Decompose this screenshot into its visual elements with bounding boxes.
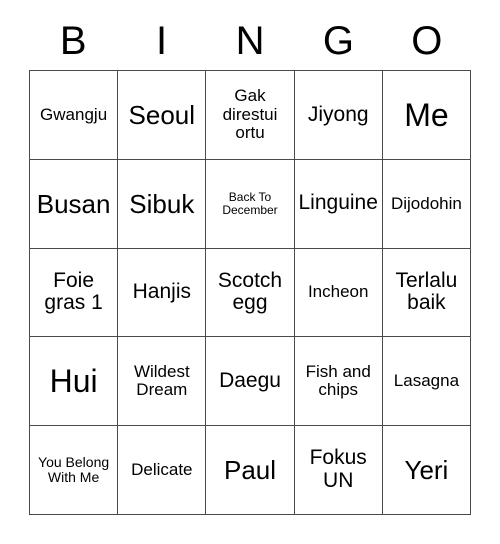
bingo-header-letter-o: O (411, 19, 443, 63)
bingo-header-letter-g: G (322, 19, 354, 63)
bingo-cell-label: Fokus UN (309, 446, 367, 493)
bingo-cell[interactable]: Foie gras 1 (30, 248, 119, 338)
bingo-cell[interactable]: Linguine (294, 159, 383, 249)
bingo-header-row: B I N G O (29, 12, 471, 70)
bingo-grid: Gwangju Seoul Gak direstui ortu Jiyong M… (29, 70, 472, 515)
bingo-cell[interactable]: Seoul (118, 71, 207, 160)
bingo-cell[interactable]: Busan (30, 159, 119, 249)
bingo-cell[interactable]: Delicate (118, 426, 207, 515)
bingo-row: Gwangju Seoul Gak direstui ortu Jiyong M… (30, 71, 472, 160)
bingo-cell-label: Wildest Dream (133, 361, 190, 400)
bingo-cell-label: Gak direstui ortu (222, 86, 278, 143)
bingo-cell[interactable]: You Belong With Me (30, 426, 119, 515)
bingo-cell[interactable]: Hui (30, 337, 119, 427)
bingo-row: Foie gras 1 Hanjis Scotch egg Incheon Te… (30, 248, 472, 338)
bingo-cell-label: Hui (49, 363, 98, 400)
bingo-cell[interactable]: Hanjis (118, 248, 207, 338)
bingo-cell-label: Incheon (307, 282, 369, 302)
bingo-cell-label: Lasagna (393, 371, 460, 391)
bingo-cell[interactable]: Sibuk (118, 159, 207, 249)
bingo-cell[interactable]: Scotch egg (206, 248, 295, 338)
bingo-cell[interactable]: Gwangju (30, 71, 119, 160)
bingo-cell[interactable]: Dijodohin (382, 159, 472, 249)
bingo-cell-label: Daegu (219, 368, 281, 392)
bingo-cell[interactable]: Fish and chips (294, 337, 383, 427)
bingo-cell-label: Paul (223, 455, 277, 486)
bingo-cell[interactable]: Fokus UN (294, 426, 383, 515)
bingo-cell-label: You Belong With Me (38, 453, 110, 486)
bingo-row: Hui Wildest Dream Daegu Fish and chips L… (30, 337, 472, 427)
bingo-cell-label: Back To December (222, 189, 278, 217)
bingo-cell[interactable]: Back To December (206, 159, 295, 249)
bingo-cell-label: Scotch egg (217, 268, 283, 315)
bingo-cell[interactable]: Me (382, 71, 472, 160)
bingo-cell-label: Jiyong (307, 102, 369, 126)
bingo-header-letter-b: B (59, 19, 87, 63)
bingo-cell[interactable]: Gak direstui ortu (206, 71, 295, 160)
bingo-cell-label: Hanjis (132, 280, 191, 304)
bingo-card: B I N G O Gwangju Seoul Gak direstui ort… (29, 12, 472, 515)
bingo-cell-label: Linguine (298, 191, 378, 215)
bingo-cell[interactable]: Incheon (294, 248, 383, 338)
bingo-cell[interactable]: Wildest Dream (118, 337, 207, 427)
bingo-row: You Belong With Me Delicate Paul Fokus U… (30, 426, 472, 515)
bingo-header-letter-i: I (156, 19, 168, 63)
bingo-cell-label: Terlalu baik (395, 268, 458, 315)
bingo-cell-label: Yeri (404, 455, 449, 486)
bingo-cell[interactable]: Lasagna (382, 337, 472, 427)
bingo-header-letter-n: N (235, 19, 265, 63)
bingo-cell-label: Dijodohin (390, 193, 462, 213)
bingo-cell[interactable]: Yeri (382, 426, 472, 515)
bingo-cell-label: Delicate (131, 459, 193, 479)
bingo-cell[interactable]: Daegu (206, 337, 295, 427)
bingo-cell-label: Sibuk (129, 188, 195, 219)
bingo-cell-label: Foie gras 1 (44, 268, 103, 315)
bingo-cell-label: Fish and chips (305, 361, 371, 400)
bingo-cell-label: Gwangju (40, 104, 108, 124)
bingo-cell[interactable]: Terlalu baik (382, 248, 472, 338)
bingo-cell[interactable]: Paul (206, 426, 295, 515)
bingo-cell-label: Busan (36, 188, 111, 219)
bingo-row: Busan Sibuk Back To December Linguine Di… (30, 159, 472, 249)
bingo-cell[interactable]: Jiyong (294, 71, 383, 160)
bingo-cell-label: Me (404, 96, 449, 133)
bingo-cell-label: Seoul (128, 99, 196, 130)
